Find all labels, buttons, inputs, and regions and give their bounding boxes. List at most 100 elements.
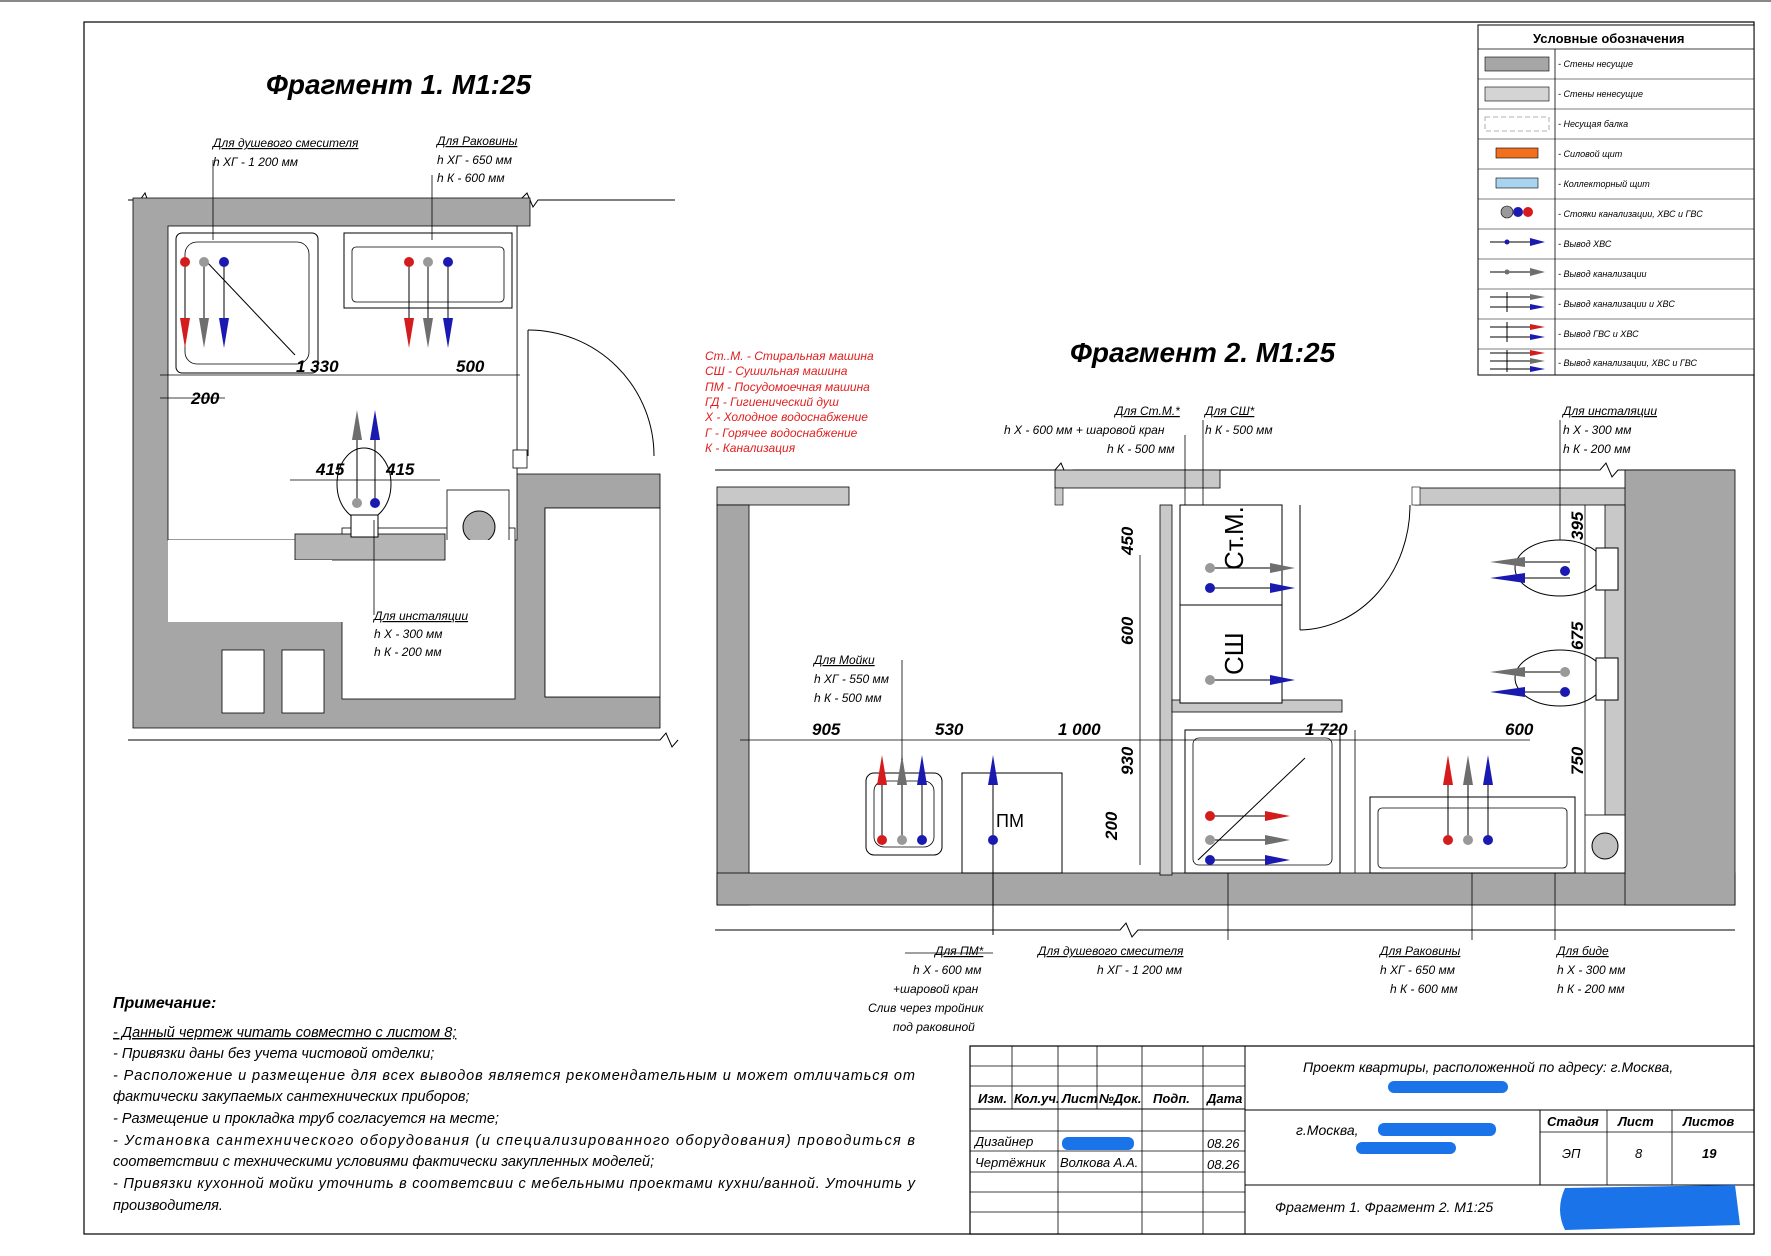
f2-dw-h3: Слив через тройник — [868, 1001, 985, 1015]
f1-shower-title: Для душевого смесителя — [211, 136, 359, 150]
f2-dim-1720: 1 720 — [1305, 720, 1348, 739]
tb-row2-role: Чертёжник — [975, 1155, 1047, 1170]
tb-sheet: 8 — [1635, 1146, 1643, 1161]
f2-dim-395: 395 — [1568, 511, 1587, 540]
notes: Примечание: - Данный чертеж читать совме… — [113, 995, 916, 1214]
f2-dim-200: 200 — [1102, 811, 1121, 841]
f2-dw-h4: под раковиной — [893, 1020, 975, 1034]
f2-kitchen-title: Для Мойки — [812, 653, 875, 667]
f2-washer-title: Для Ст.М.* — [1113, 404, 1180, 418]
tb-sheets-header: Листов — [1682, 1114, 1734, 1129]
f2-kitchen-h1: h ХГ - 550 мм — [814, 672, 889, 686]
f2-dryer-title: Для СШ* — [1203, 404, 1255, 418]
f2-dim-930: 930 — [1118, 746, 1137, 775]
tb-col-izm: Изм. — [978, 1091, 1007, 1106]
tb-city: г.Москва, — [1296, 1122, 1359, 1138]
f1-install-h1: h Х - 300 мм — [374, 627, 442, 641]
shower — [1184, 729, 1341, 874]
legend-title: Условные обозначения — [1533, 31, 1684, 46]
tb-project-redaction — [1388, 1081, 1508, 1093]
label-washer: Ст.М. — [1219, 506, 1249, 570]
notes-line-1: - Привязки даны без учета чистовой отдел… — [113, 1046, 434, 1062]
f1-sink-h2: h К - 600 мм — [437, 171, 505, 185]
fragment2-plan — [715, 420, 1736, 954]
tb-stage: ЭП — [1562, 1146, 1581, 1161]
tb-sheets: 19 — [1702, 1146, 1717, 1161]
door-swing-f2 — [1299, 504, 1411, 631]
legend-symbol-all — [1490, 350, 1545, 372]
f1-install-h2: h К - 200 мм — [374, 645, 442, 659]
legend-item-7: - Вывод канализации — [1558, 269, 1647, 279]
notes-title: Примечание: — [113, 995, 216, 1012]
legend-item-10: - Вывод канализации, ХВС и ГВС — [1558, 358, 1698, 368]
tb-stage-header: Стадия — [1547, 1114, 1599, 1129]
legend: Условные обозначения - Стены несущие - С… — [1477, 24, 1755, 376]
notes-line-5: - Установка сантехнического оборудования… — [113, 1133, 915, 1149]
tb-city-redaction-2 — [1356, 1142, 1456, 1154]
notes-line-8: производителя. — [113, 1198, 223, 1214]
toilet — [336, 447, 392, 521]
f2-dim-600h: 600 — [1505, 720, 1534, 739]
legend-item-5: - Стояки канализации, ХВС и ГВС — [1558, 209, 1703, 219]
wall-right — [1624, 469, 1736, 906]
tb-col-ndok: №Док. — [1099, 1091, 1141, 1106]
f1-dim-415b: 415 — [385, 460, 415, 479]
legend-symbol-bearing — [1484, 56, 1550, 72]
f2-dw-h2: +шаровой кран — [893, 982, 979, 996]
f2-dim-530: 530 — [935, 720, 964, 739]
tb-col-data: Дата — [1206, 1091, 1242, 1106]
title-block: Изм. Кол.уч. Лист №Док. Подп. Дата Дизай… — [969, 1045, 1755, 1235]
bidet — [1514, 649, 1606, 707]
abbr-2: ПМ - Посудомоечная машина — [705, 380, 870, 394]
abbr-5: Г - Горячее водоснабжение — [705, 426, 858, 440]
f2-dim-600v: 600 — [1118, 616, 1137, 645]
wall-bottom — [716, 872, 1736, 906]
f2-kitchen-h2: h К - 500 мм — [814, 691, 882, 705]
legend-item-3: - Силовой щит — [1558, 149, 1623, 159]
fragment2-title: Фрагмент 2. М1:25 — [1070, 337, 1336, 368]
f2-bidet-h2: h К - 200 мм — [1557, 982, 1625, 996]
drawing-sheet: Фрагмент 1. М1:25 Для душевого смесителя… — [0, 0, 1771, 1251]
notes-line-4: - Размещение и прокладка труб согласуетс… — [113, 1111, 499, 1127]
f1-sink-h1: h ХГ - 650 мм — [437, 153, 512, 167]
f2-dim-1000: 1 000 — [1058, 720, 1101, 739]
f2-sink-h1: h ХГ - 650 мм — [1380, 963, 1455, 977]
tb-row1-redaction — [1062, 1137, 1134, 1150]
tb-col-koluch: Кол.уч. — [1014, 1091, 1060, 1106]
notes-line-0: - Данный чертеж читать совместно с листо… — [113, 1025, 456, 1041]
tb-city-redaction-1 — [1378, 1123, 1496, 1136]
f2-dw-h1: h Х - 600 мм — [913, 963, 981, 977]
f2-dryer-h1: h К - 500 мм — [1205, 423, 1273, 437]
f1-dim-1330: 1 330 — [296, 357, 339, 376]
tb-col-podp: Подп. — [1153, 1091, 1190, 1106]
tb-project: Проект квартиры, расположенной по адресу… — [1303, 1059, 1673, 1075]
tb-col-list: Лист — [1061, 1091, 1098, 1106]
f1-dim-500: 500 — [456, 357, 485, 376]
f1-shower-h: h ХГ - 1 200 мм — [213, 155, 298, 169]
label-dishwasher: ПМ — [996, 811, 1024, 831]
legend-item-2: - Несущая балка — [1558, 119, 1628, 129]
notes-line-2: - Расположение и размещение для всех выв… — [113, 1068, 915, 1084]
f1-sink-title: Для Раковины — [435, 134, 518, 148]
f2-shower-title: Для душевого смесителя — [1036, 944, 1184, 958]
notes-line-6: соответствии с техническими условиями фа… — [113, 1154, 654, 1170]
plumbing-drawing: Фрагмент 1. М1:25 Для душевого смесителя… — [0, 0, 1771, 1235]
abbr-6: К - Канализация — [705, 441, 796, 455]
tb-drawing-name: Фрагмент 1. Фрагмент 2. М1:25 — [1275, 1199, 1493, 1215]
f2-bidet-h1: h Х - 300 мм — [1557, 963, 1625, 977]
f2-dim-675: 675 — [1568, 621, 1587, 650]
abbr-4: Х - Холодное водоснабжение — [704, 410, 868, 424]
legend-item-0: - Стены несущие — [1558, 59, 1633, 69]
legend-item-9: - Вывод ГВС и ХВС — [1558, 329, 1639, 339]
riser-circle — [462, 510, 496, 544]
tb-row2-date: 08.26 — [1207, 1157, 1240, 1172]
f2-dw-title: Для ПМ* — [933, 944, 984, 958]
tb-row1-date: 08.26 — [1207, 1136, 1240, 1151]
f2-washer-h2: h К - 500 мм — [1107, 442, 1175, 456]
f1-dim-415a: 415 — [315, 460, 345, 479]
legend-symbol-nonbearing — [1484, 86, 1550, 102]
tb-row2-name: Волкова А.А. — [1060, 1155, 1138, 1170]
f2-shower-h: h ХГ - 1 200 мм — [1097, 963, 1182, 977]
door-swing — [527, 329, 655, 457]
fragment1-title: Фрагмент 1. М1:25 — [266, 69, 532, 100]
